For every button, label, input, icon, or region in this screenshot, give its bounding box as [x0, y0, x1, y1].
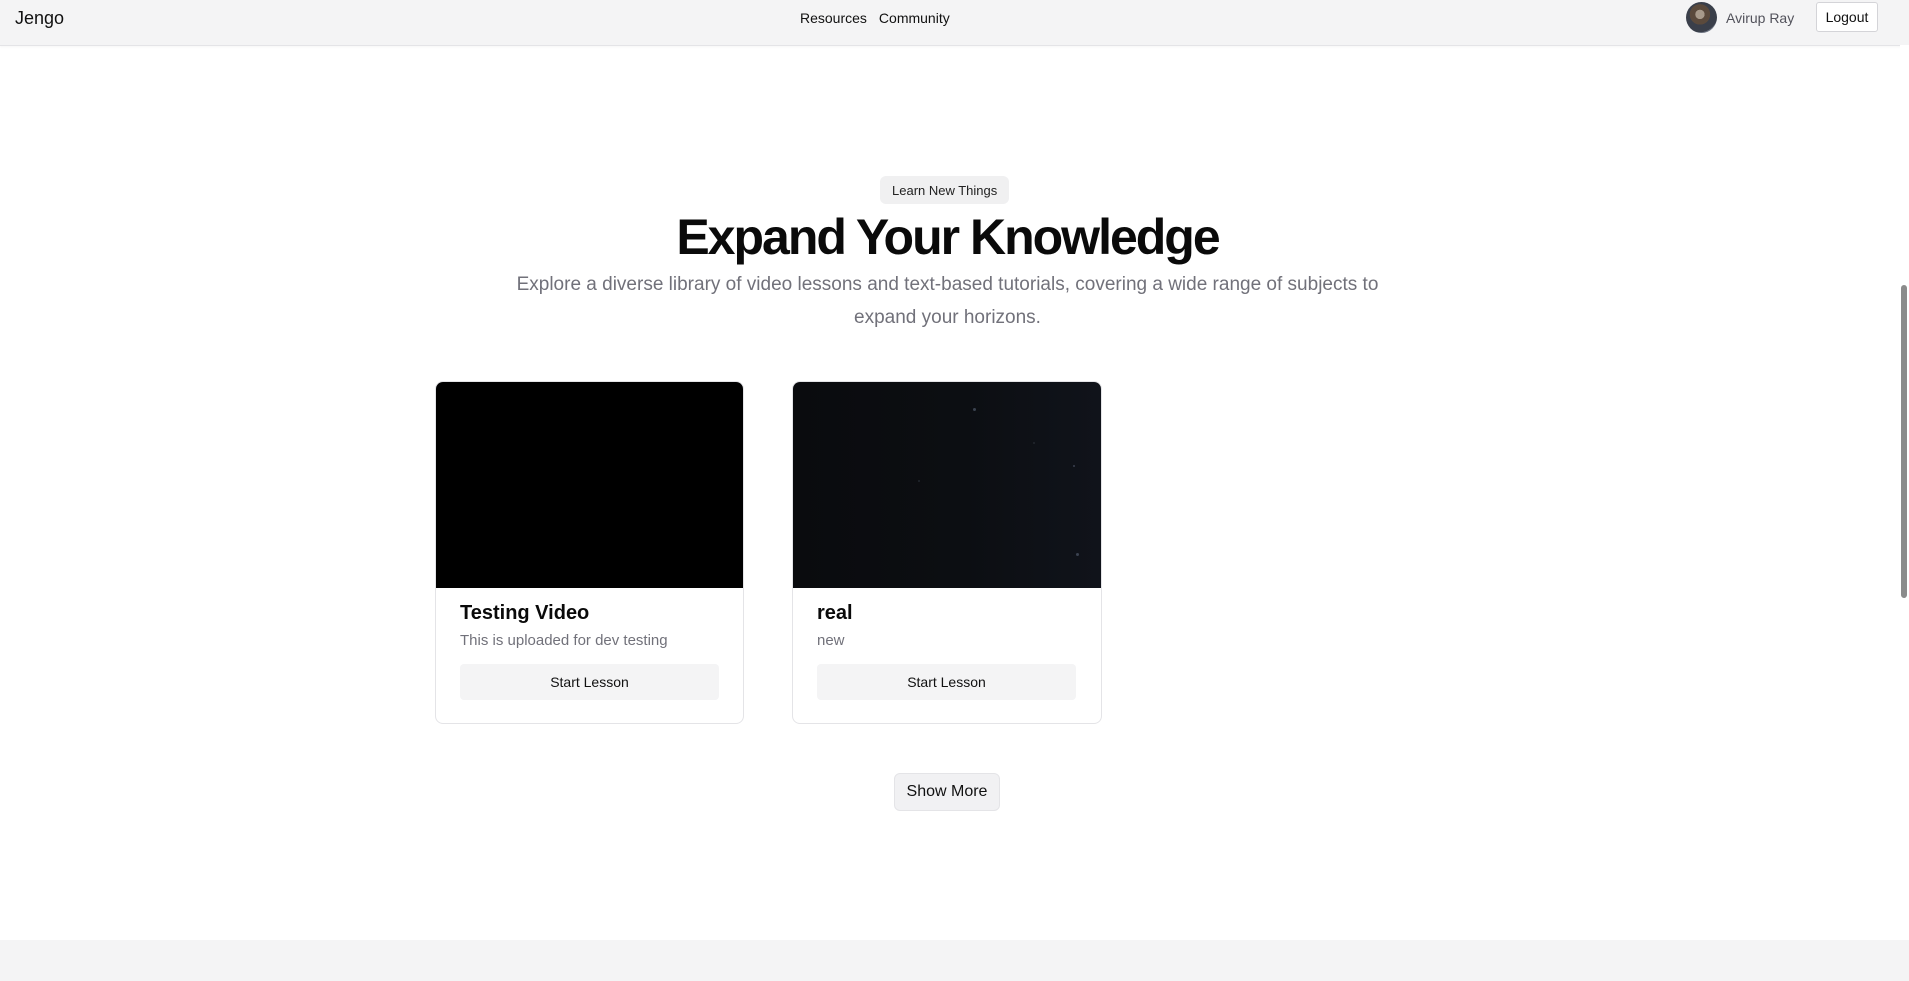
nav-link-community[interactable]: Community: [879, 10, 950, 26]
lesson-description: new: [817, 632, 845, 649]
page-title: Expand Your Knowledge: [676, 209, 1220, 265]
lesson-title: real: [817, 602, 853, 624]
logout-button[interactable]: Logout: [1816, 2, 1878, 32]
video-thumbnail[interactable]: [436, 382, 743, 588]
brand-logo-link[interactable]: Jengo: [15, 8, 64, 29]
footer: [0, 940, 1909, 981]
start-lesson-button[interactable]: Start Lesson: [460, 664, 719, 700]
thumbnail-speck: [1073, 465, 1075, 467]
lesson-card: Testing Video This is uploaded for dev t…: [435, 381, 744, 724]
top-navbar: Jengo Resources Community Avirup Ray Log…: [0, 0, 1909, 46]
user-name: Avirup Ray: [1726, 9, 1795, 26]
avatar[interactable]: [1686, 2, 1717, 33]
main-nav: Resources Community: [800, 10, 950, 26]
lesson-title: Testing Video: [460, 602, 590, 624]
video-thumbnail[interactable]: [793, 382, 1101, 588]
page-subtitle: Explore a diverse library of video lesso…: [516, 274, 1379, 328]
show-more-button[interactable]: Show More: [894, 773, 1000, 811]
thumbnail-speck: [973, 408, 976, 411]
start-lesson-button[interactable]: Start Lesson: [817, 664, 1076, 700]
nav-link-resources[interactable]: Resources: [800, 10, 867, 26]
lesson-description: This is uploaded for dev testing: [460, 632, 668, 649]
thumbnail-speck: [1076, 553, 1079, 556]
lesson-card: real new Start Lesson: [792, 381, 1102, 724]
thumbnail-speck: [1033, 442, 1035, 444]
scrollbar-thumb[interactable]: [1901, 285, 1907, 598]
thumbnail-speck: [918, 480, 920, 482]
user-menu[interactable]: Avirup Ray: [1686, 2, 1794, 33]
section-badge: Learn New Things: [880, 176, 1010, 204]
